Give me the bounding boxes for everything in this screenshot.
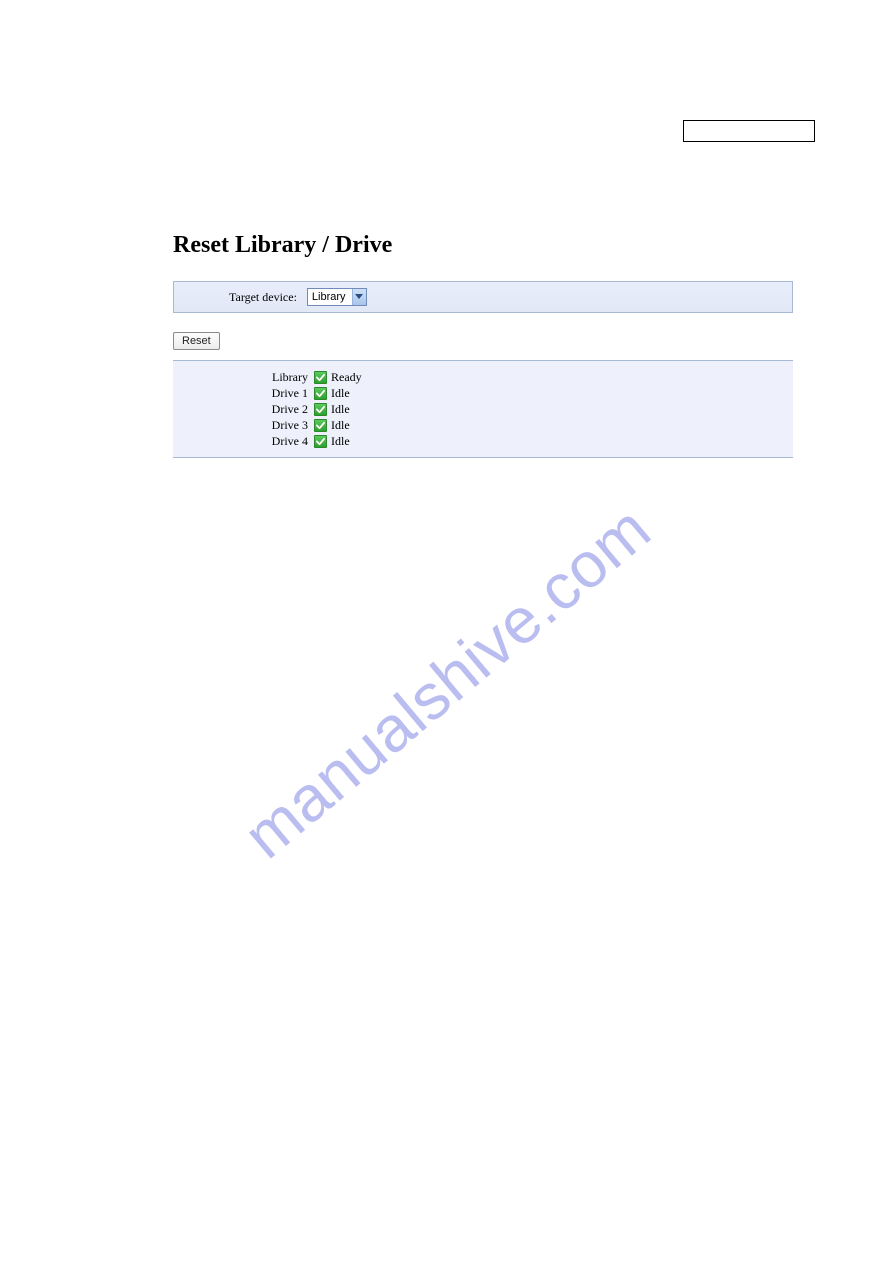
check-icon [314, 435, 327, 448]
status-row-label: Drive 3 [258, 418, 308, 433]
target-device-label: Target device: [229, 290, 297, 305]
watermark-text: manualshive.com [229, 491, 664, 873]
check-icon [314, 419, 327, 432]
page-title: Reset Library / Drive [173, 232, 793, 259]
check-icon [314, 371, 327, 384]
target-device-select-value: Library [308, 291, 352, 303]
content-area: Reset Library / Drive Target device: Lib… [173, 232, 793, 458]
status-row-drive4: Drive 4 Idle [173, 433, 793, 449]
reset-button-row: Reset [173, 331, 793, 350]
target-device-row: Target device: Library [174, 288, 792, 306]
corner-box [683, 120, 815, 142]
status-row-drive2: Drive 2 Idle [173, 401, 793, 417]
status-row-library: Library Ready [173, 369, 793, 385]
status-row-drive1: Drive 1 Idle [173, 385, 793, 401]
target-device-panel: Target device: Library [173, 281, 793, 313]
reset-button[interactable]: Reset [173, 332, 220, 350]
status-row-label: Drive 4 [258, 434, 308, 449]
status-row-label: Drive 1 [258, 386, 308, 401]
status-row-value: Idle [331, 402, 350, 417]
status-row-value: Idle [331, 386, 350, 401]
page: manualshive.com Reset Library / Drive Ta… [0, 0, 893, 1263]
target-device-select[interactable]: Library [307, 288, 367, 306]
check-icon [314, 387, 327, 400]
status-row-label: Drive 2 [258, 402, 308, 417]
chevron-down-icon [352, 289, 366, 305]
status-row-value: Idle [331, 434, 350, 449]
check-icon [314, 403, 327, 416]
device-status-panel: Library Ready Drive 1 Idle Drive 2 Idle [173, 360, 793, 458]
status-row-value: Ready [331, 370, 362, 385]
status-row-drive3: Drive 3 Idle [173, 417, 793, 433]
status-row-value: Idle [331, 418, 350, 433]
status-row-label: Library [258, 370, 308, 385]
